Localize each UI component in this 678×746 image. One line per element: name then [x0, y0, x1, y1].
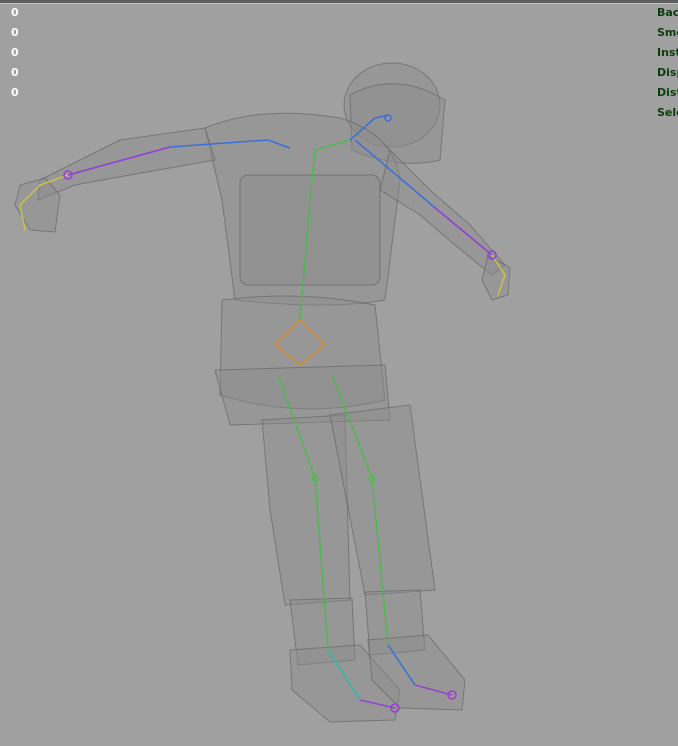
rigged-soldier-model[interactable] — [0, 0, 678, 746]
3d-viewport[interactable]: 0 0 0 0 0 Bac Smo Inst Disp Dist Sele — [0, 0, 678, 746]
character-mesh — [14, 62, 511, 723]
